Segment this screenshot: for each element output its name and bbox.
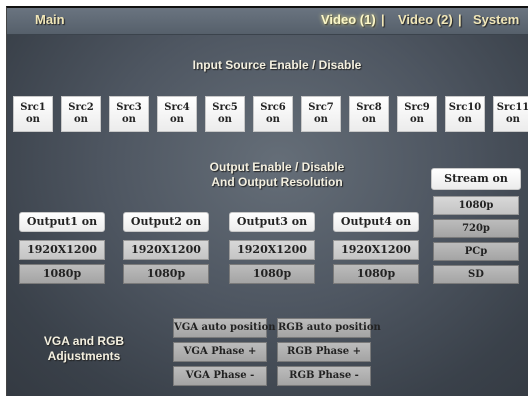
output4-format-button[interactable]: 1080p (333, 264, 419, 284)
output-section-title: Output Enable / Disable And Output Resol… (187, 160, 367, 190)
nav-main[interactable]: Main (35, 12, 65, 27)
src-label: Src5 (212, 102, 238, 113)
src-label: Src9 (404, 102, 430, 113)
src-button-9[interactable]: Src9 on (397, 96, 437, 132)
control-panel: Main Video (1) | Video (2) | System Inpu… (6, 6, 528, 396)
src-state: on (122, 114, 136, 125)
vga-rgb-section-title: VGA and RGB Adjustments (29, 334, 139, 364)
stream-option-720p[interactable]: 720p (433, 219, 519, 238)
src-button-10[interactable]: Src10 on (445, 96, 485, 132)
src-label: Src1 (20, 102, 46, 113)
output-title-line1: Output Enable / Disable (209, 160, 345, 174)
src-label: Src4 (164, 102, 190, 113)
src-state: on (26, 114, 40, 125)
rgb-auto-position-button[interactable]: RGB auto position (277, 318, 381, 338)
src-button-5[interactable]: Src5 on (205, 96, 245, 132)
vga-title-line1: VGA and RGB (43, 334, 125, 348)
rgb-phase-minus-button[interactable]: RGB Phase - (277, 366, 371, 386)
output2-format-button[interactable]: 1080p (123, 264, 209, 284)
stream-option-1080p[interactable]: 1080p (433, 196, 519, 215)
nav-video2[interactable]: Video (2) (398, 12, 453, 27)
output2-toggle-button[interactable]: Output2 on (123, 212, 209, 232)
output3-toggle-button[interactable]: Output3 on (229, 212, 315, 232)
input-section-title: Input Source Enable / Disable (192, 58, 362, 72)
nav-video1[interactable]: Video (1) (321, 12, 376, 27)
top-nav-bar: Main Video (1) | Video (2) | System (7, 8, 528, 35)
output4-resolution-button[interactable]: 1920X1200 (333, 240, 419, 260)
stream-option-pcp[interactable]: PCp (433, 242, 519, 261)
vga-phase-minus-button[interactable]: VGA Phase - (173, 366, 267, 386)
src-state: on (506, 114, 520, 125)
src-state: on (314, 114, 328, 125)
src-state: on (362, 114, 376, 125)
output1-resolution-button[interactable]: 1920X1200 (19, 240, 105, 260)
src-state: on (170, 114, 184, 125)
src-label: Src6 (260, 102, 286, 113)
output4-toggle-button[interactable]: Output4 on (333, 212, 419, 232)
vga-title-line2: Adjustments (47, 349, 121, 363)
output3-format-button[interactable]: 1080p (229, 264, 315, 284)
src-label: Src7 (308, 102, 334, 113)
src-label: Src10 (448, 102, 482, 113)
stream-option-sd[interactable]: SD (433, 265, 519, 284)
output3-resolution-button[interactable]: 1920X1200 (229, 240, 315, 260)
src-label: Src8 (356, 102, 382, 113)
nav-system[interactable]: System (473, 12, 519, 27)
nav-separator: | (458, 12, 462, 27)
output2-resolution-button[interactable]: 1920X1200 (123, 240, 209, 260)
src-button-2[interactable]: Src2 on (61, 96, 101, 132)
src-state: on (74, 114, 88, 125)
src-label: Src3 (116, 102, 142, 113)
src-button-4[interactable]: Src4 on (157, 96, 197, 132)
src-button-3[interactable]: Src3 on (109, 96, 149, 132)
stream-toggle-button[interactable]: Stream on (431, 168, 521, 190)
vga-phase-plus-button[interactable]: VGA Phase + (173, 342, 267, 362)
src-label: Src2 (68, 102, 94, 113)
rgb-phase-plus-button[interactable]: RGB Phase + (277, 342, 371, 362)
output-title-line2: And Output Resolution (211, 175, 343, 189)
src-button-7[interactable]: Src7 on (301, 96, 341, 132)
output1-toggle-button[interactable]: Output1 on (19, 212, 105, 232)
src-label: Src11 (496, 102, 528, 113)
src-state: on (410, 114, 424, 125)
src-state: on (458, 114, 472, 125)
vga-auto-position-button[interactable]: VGA auto position (173, 318, 276, 338)
src-state: on (218, 114, 232, 125)
src-button-11[interactable]: Src11 on (493, 96, 528, 132)
output1-format-button[interactable]: 1080p (19, 264, 105, 284)
src-button-8[interactable]: Src8 on (349, 96, 389, 132)
nav-separator: | (381, 12, 385, 27)
src-button-1[interactable]: Src1 on (13, 96, 53, 132)
src-state: on (266, 114, 280, 125)
src-button-6[interactable]: Src6 on (253, 96, 293, 132)
